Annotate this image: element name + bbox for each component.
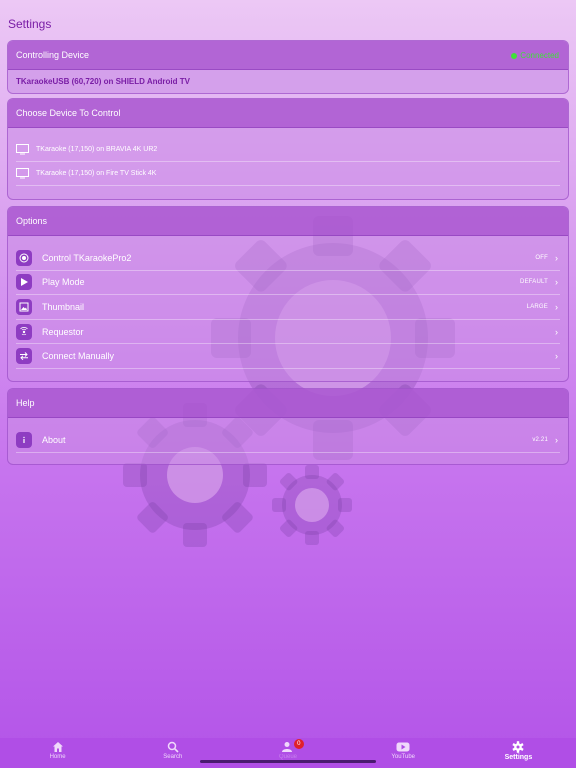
option-about[interactable]: About v2.21 › — [16, 428, 560, 453]
chevron-right-icon: › — [555, 434, 558, 445]
tab-label: Search — [163, 754, 183, 760]
queue-badge: 0 — [293, 739, 304, 749]
connection-status: Connected — [511, 41, 559, 70]
tab-youtube[interactable]: YouTube — [346, 738, 461, 768]
chevron-right-icon: › — [555, 326, 558, 337]
option-play-mode[interactable]: Play Mode DEFAULT › — [16, 271, 560, 296]
tab-queue[interactable]: 0 Queue — [230, 738, 345, 768]
target-icon — [16, 249, 32, 266]
option-label: Requestor — [42, 326, 84, 337]
page-title: Settings — [8, 17, 52, 31]
chevron-right-icon: › — [555, 252, 558, 263]
chevron-right-icon: › — [555, 301, 558, 312]
tab-home[interactable]: Home — [0, 738, 115, 768]
search-icon — [167, 741, 179, 753]
home-indicator[interactable] — [200, 760, 376, 763]
play-icon — [16, 274, 32, 291]
home-icon — [52, 742, 63, 752]
card-title: Choose Device To Control — [16, 108, 121, 118]
option-label: About — [42, 434, 66, 445]
tab-label: Home — [49, 754, 66, 760]
tab-search[interactable]: Search — [115, 738, 230, 768]
options-card: Options Control TKaraokePro2 OFF › Play … — [7, 206, 569, 382]
info-icon — [16, 431, 32, 448]
tab-bar: Home Search 0 Queue YouTube Settings — [0, 738, 576, 768]
status-dot-icon — [511, 52, 518, 59]
chevron-right-icon: › — [555, 277, 558, 288]
option-label: Play Mode — [42, 277, 85, 288]
swap-icon — [16, 348, 32, 365]
option-thumbnail[interactable]: Thumbnail LARGE › — [16, 295, 560, 320]
option-label: Control TKaraokePro2 — [42, 252, 132, 263]
choose-device-card: Choose Device To Control TKaraoke (17,15… — [7, 98, 569, 200]
option-label: Thumbnail — [42, 301, 85, 312]
card-title: Options — [16, 216, 48, 226]
tab-label: Settings — [504, 754, 533, 761]
controlling-device-card: Controlling Device Connected TKaraokeUSB… — [7, 40, 569, 94]
card-title: Help — [16, 398, 35, 408]
device-row-bravia[interactable]: TKaraoke (17,150) on BRAVIA 4K UR2 — [16, 138, 560, 162]
option-label: Connect Manually — [42, 351, 115, 362]
options-header: Options — [8, 207, 568, 236]
queue-icon — [282, 742, 292, 752]
option-value: LARGE — [526, 303, 548, 310]
gear-icon — [512, 741, 525, 753]
status-text: Connected — [520, 51, 559, 60]
choose-device-header: Choose Device To Control — [8, 99, 568, 128]
tv-icon — [16, 168, 29, 179]
card-title: Controlling Device — [16, 50, 90, 60]
tv-icon — [16, 144, 29, 155]
option-requestor[interactable]: Requestor › — [16, 320, 560, 345]
option-value: v2.21 — [532, 436, 548, 443]
device-label: TKaraoke (17,150) on Fire TV Stick 4K — [36, 170, 157, 177]
help-card: Help About v2.21 › — [7, 388, 569, 465]
broadcast-icon — [16, 323, 32, 340]
option-connect-manually[interactable]: Connect Manually › — [16, 344, 560, 369]
option-value: DEFAULT — [520, 279, 548, 286]
chevron-right-icon: › — [555, 351, 558, 362]
current-device[interactable]: TKaraokeUSB (60,720) on SHIELD Android T… — [8, 70, 568, 93]
device-label: TKaraoke (17,150) on BRAVIA 4K UR2 — [36, 146, 158, 153]
tab-settings[interactable]: Settings — [461, 738, 576, 768]
image-icon — [16, 298, 32, 315]
controlling-device-header: Controlling Device Connected — [8, 41, 568, 70]
help-header: Help — [8, 389, 568, 418]
option-control-tkaraokepro2[interactable]: Control TKaraokePro2 OFF › — [16, 246, 560, 271]
tab-label: YouTube — [391, 754, 415, 760]
device-row-firetv[interactable]: TKaraoke (17,150) on Fire TV Stick 4K — [16, 162, 560, 186]
youtube-icon — [396, 742, 410, 752]
option-value: OFF — [535, 254, 548, 261]
